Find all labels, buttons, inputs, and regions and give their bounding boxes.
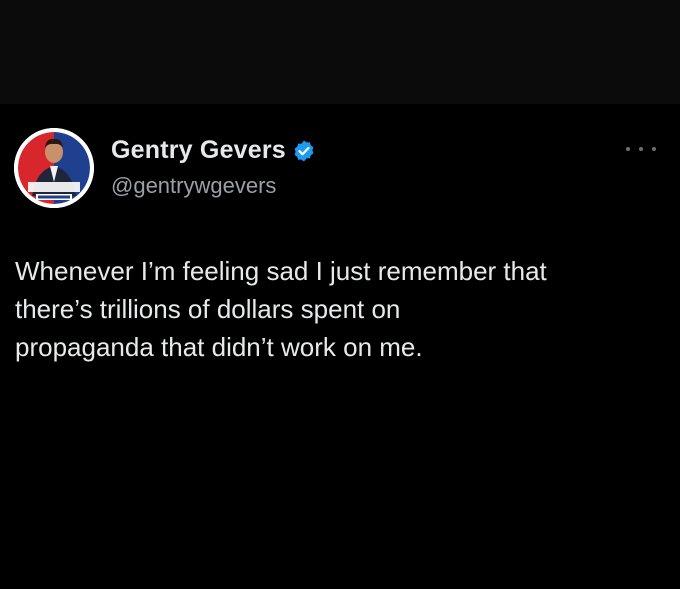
avatar[interactable]	[14, 128, 94, 208]
tweet-text: Whenever I’m feeling sad I just remember…	[15, 256, 547, 362]
display-name[interactable]: Gentry Gevers	[111, 136, 286, 165]
more-dot	[639, 147, 643, 151]
verified-badge-icon	[292, 139, 316, 163]
author-name-row: Gentry Gevers	[111, 136, 316, 165]
more-dot	[626, 147, 630, 151]
handle[interactable]: @gentrywgevers	[111, 173, 276, 199]
tweet-card[interactable]: Gentry Gevers @gentrywgevers Whenever I’…	[0, 104, 680, 589]
more-dot	[652, 147, 656, 151]
more-options-icon[interactable]	[626, 144, 656, 154]
top-band	[0, 0, 680, 104]
avatar-image	[14, 128, 94, 208]
